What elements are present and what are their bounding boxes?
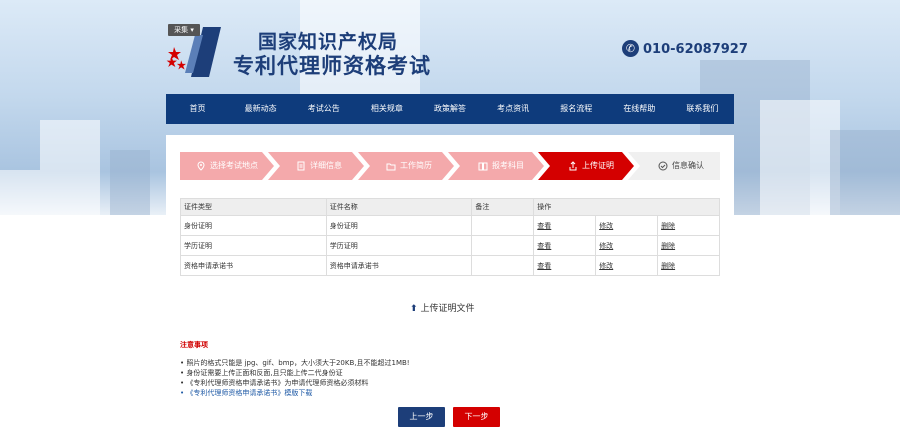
notice-item: 《专利代理师资格申请承诺书》为申请代理师资格必须材料 bbox=[180, 378, 410, 388]
step-location: 选择考试地点 bbox=[180, 152, 274, 180]
view-link[interactable]: 查看 bbox=[537, 242, 551, 250]
edit-link[interactable]: 修改 bbox=[599, 222, 613, 230]
header-name: 证件名称 bbox=[325, 198, 473, 216]
delete-link[interactable]: 删除 bbox=[661, 242, 675, 250]
next-step-button[interactable]: 下一步 bbox=[453, 407, 500, 427]
upload-icon bbox=[569, 161, 577, 171]
table-row: 资格申请承诺书 资格申请承诺书 查看 修改 删除 bbox=[180, 255, 720, 276]
header-type: 证件类型 bbox=[180, 198, 327, 216]
upload-proof-button[interactable]: ⬆ 上传证明文件 bbox=[410, 301, 475, 314]
certificate-table: 证件类型 证件名称 备注 操作 身份证明 身份证明 查看 修改 删除 学历证明 … bbox=[180, 198, 720, 276]
notice-item: 照片的格式只能是 jpg、gif、bmp，大小须大于20KB,且不能超过1MB! bbox=[180, 358, 409, 368]
step-resume: 工作简历 bbox=[358, 152, 454, 180]
book-icon bbox=[478, 162, 488, 171]
step-confirm: 信息确认 bbox=[628, 152, 720, 180]
view-link[interactable]: 查看 bbox=[537, 262, 551, 270]
prev-step-button[interactable]: 上一步 bbox=[398, 407, 445, 427]
phone-icon: ✆ bbox=[622, 40, 639, 57]
nav-news[interactable]: 最新动态 bbox=[229, 94, 292, 124]
site-title-line2: 专利代理师资格考试 bbox=[233, 54, 431, 78]
notice-list: 照片的格式只能是 jpg、gif、bmp，大小须大于20KB,且不能超过1MB!… bbox=[180, 358, 410, 398]
document-icon bbox=[297, 161, 305, 171]
step-subjects: 报考科目 bbox=[448, 152, 544, 180]
main-nav: 首页 最新动态 考试公告 相关规章 政策解答 考点资讯 报名流程 在线帮助 联系… bbox=[166, 94, 734, 124]
header-action: 操作 bbox=[533, 198, 720, 216]
folder-icon bbox=[386, 163, 396, 171]
header-note: 备注 bbox=[471, 198, 535, 216]
table-row: 身份证明 身份证明 查看 修改 删除 bbox=[180, 215, 720, 236]
check-icon bbox=[658, 161, 668, 171]
nav-help[interactable]: 在线帮助 bbox=[608, 94, 671, 124]
edit-link[interactable]: 修改 bbox=[599, 262, 613, 270]
nav-policy[interactable]: 政策解答 bbox=[418, 94, 481, 124]
nav-announcements[interactable]: 考试公告 bbox=[292, 94, 355, 124]
table-row: 学历证明 学历证明 查看 修改 删除 bbox=[180, 235, 720, 256]
template-download-link[interactable]: 《专利代理师资格申请承诺书》模版下载 bbox=[180, 388, 410, 398]
nav-venues[interactable]: 考点资讯 bbox=[482, 94, 545, 124]
phone-number: 010-62087927 bbox=[643, 42, 748, 57]
delete-link[interactable]: 删除 bbox=[661, 262, 675, 270]
nav-home[interactable]: 首页 bbox=[166, 94, 229, 124]
collect-tag[interactable]: 采集 ▾ bbox=[168, 24, 200, 36]
nav-regulations[interactable]: 相关规章 bbox=[355, 94, 418, 124]
upload-arrow-icon: ⬆ bbox=[410, 304, 418, 314]
edit-link[interactable]: 修改 bbox=[599, 242, 613, 250]
step-upload: 上传证明 bbox=[538, 152, 634, 180]
notice-item: 身份证需要上传正面和反面,且只能上传二代身份证 bbox=[180, 368, 410, 378]
nav-process[interactable]: 报名流程 bbox=[545, 94, 608, 124]
notice-title: 注意事项 bbox=[180, 341, 208, 349]
nav-contact[interactable]: 联系我们 bbox=[671, 94, 734, 124]
location-icon bbox=[197, 161, 205, 171]
step-details: 详细信息 bbox=[268, 152, 364, 180]
progress-steps: 选择考试地点 详细信息 工作简历 报考科目 上传证明 信息确认 bbox=[180, 152, 720, 180]
view-link[interactable]: 查看 bbox=[537, 222, 551, 230]
delete-link[interactable]: 删除 bbox=[661, 222, 675, 230]
table-header: 证件类型 证件名称 备注 操作 bbox=[180, 198, 720, 216]
